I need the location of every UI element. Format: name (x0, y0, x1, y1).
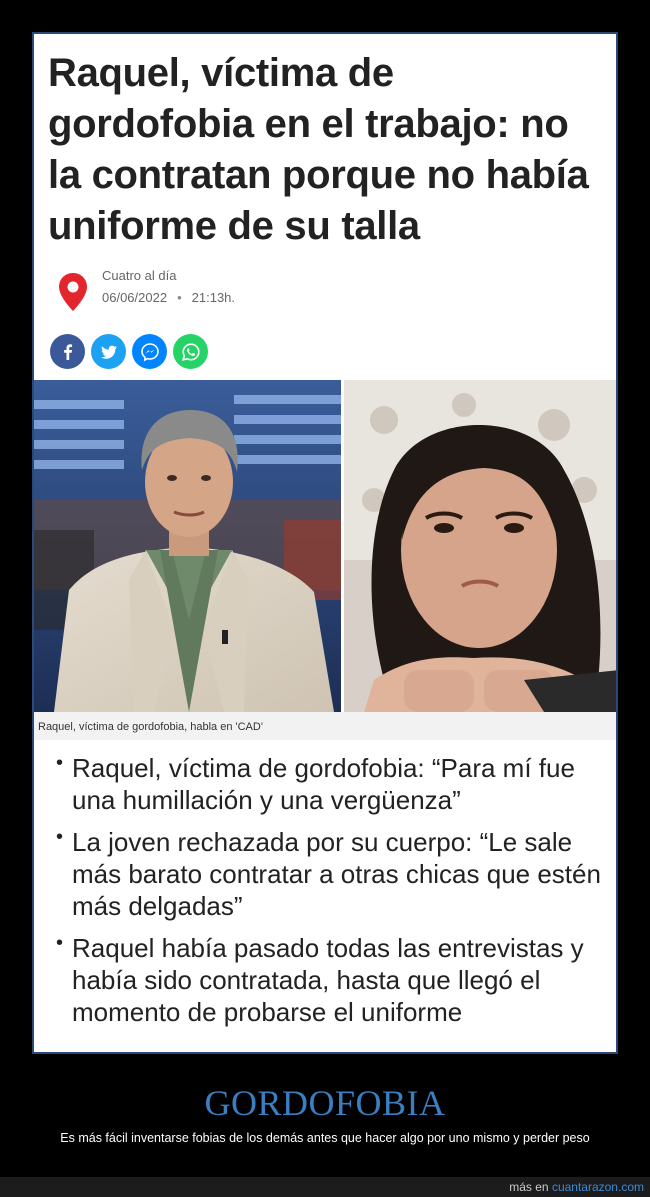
meta-separator: • (177, 290, 182, 305)
article-screenshot: Raquel, víctima de gordofobia en el trab… (32, 32, 618, 1054)
twitter-icon (100, 345, 117, 359)
highlight-text: Raquel había pasado todas las entrevista… (72, 933, 584, 1027)
location-pin-icon (59, 273, 87, 311)
source-name[interactable]: Cuatro al día (102, 268, 176, 283)
article-headline: Raquel, víctima de gordofobia en el trab… (48, 51, 589, 248)
photo-caption: Raquel, víctima de gordofobia, habla en … (34, 712, 616, 740)
post-description: Es más fácil inventarse fobias de los de… (60, 1131, 590, 1145)
twitter-share-button[interactable] (91, 334, 126, 369)
bullet-mark: • (56, 826, 64, 848)
presenter-image (34, 380, 341, 712)
highlight-item[interactable]: • Raquel había pasado todas las entrevist… (56, 932, 604, 1028)
article-highlights: • Raquel, víctima de gordofobia: “Para mí… (56, 752, 604, 1038)
facebook-share-button[interactable] (50, 334, 85, 369)
bullet-mark: • (56, 752, 64, 774)
messenger-icon (140, 342, 159, 361)
site-footer: más en cuantarazon.com (0, 1177, 650, 1197)
highlight-item[interactable]: • La joven rechazada por su cuerpo: “Le s… (56, 826, 604, 922)
guest-image (344, 380, 616, 712)
footer-prefix: más en (509, 1180, 549, 1194)
facebook-icon (63, 343, 72, 360)
publish-time: 21:13h. (191, 290, 236, 305)
messenger-share-button[interactable] (132, 334, 167, 369)
highlight-text: La joven rechazada por su cuerpo: “Le sa… (72, 827, 601, 921)
highlight-text: Raquel, víctima de gordofobia: “Para mí … (72, 753, 575, 815)
highlight-item[interactable]: • Raquel, víctima de gordofobia: “Para mí… (56, 752, 604, 816)
whatsapp-share-button[interactable] (173, 334, 208, 369)
post-title[interactable]: GORDOFOBIA (0, 1082, 650, 1124)
whatsapp-icon (181, 342, 200, 361)
site-link[interactable]: cuantarazon.com (552, 1180, 644, 1194)
publish-date: 06/06/2022 (102, 290, 168, 305)
article-photo (34, 380, 616, 712)
share-buttons (50, 334, 208, 370)
bullet-mark: • (56, 932, 64, 954)
publish-meta: 06/06/2022 • 21:13h. (102, 290, 235, 305)
